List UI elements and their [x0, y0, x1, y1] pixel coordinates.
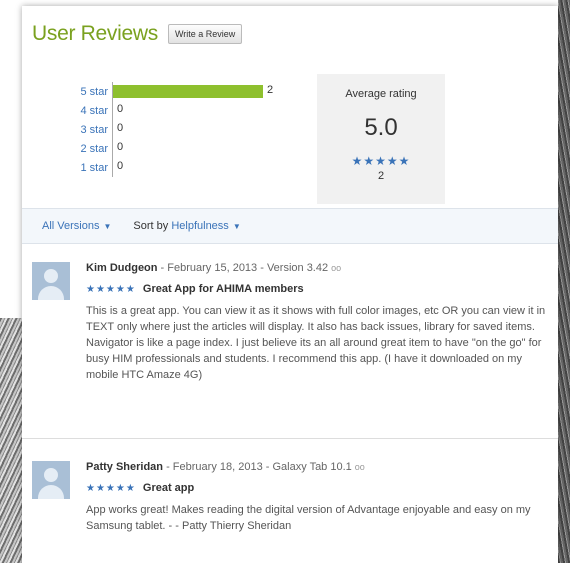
- review-body: This is a great app. You can view it as …: [86, 305, 546, 381]
- write-review-button[interactable]: Write a Review: [167, 24, 243, 44]
- rating-count: 2: [377, 170, 385, 182]
- divider: [22, 438, 558, 439]
- chevron-down-icon: ▼: [232, 222, 241, 231]
- review-title: Great app: [142, 482, 195, 494]
- reviews-header: User Reviews Write a Review: [32, 22, 243, 46]
- histogram-track: 0: [112, 101, 263, 120]
- background-texture-right: [558, 0, 570, 563]
- review-meta: Kim Dudgeon - February 15, 2013 - Versio…: [86, 262, 546, 274]
- histogram-row[interactable]: 4 star 0: [72, 101, 312, 120]
- histogram-count: 0: [117, 103, 124, 115]
- average-stars-icon: ★★★★★: [351, 154, 411, 168]
- average-rating-box: Average rating 5.0 ★★★★★ 2: [317, 74, 445, 204]
- sort-value: Helpfulness: [171, 220, 229, 232]
- review-date-version: - February 18, 2013 - Galaxy Tab 10.1: [163, 461, 352, 473]
- sort-dropdown[interactable]: Sort by Helpfulness ▼: [133, 220, 240, 232]
- histogram-track: 0: [112, 120, 263, 139]
- histogram-label: 2 star: [80, 142, 108, 155]
- review-author[interactable]: Kim Dudgeon: [86, 262, 158, 274]
- avatar: [32, 262, 70, 300]
- histogram-label: 5 star: [80, 85, 108, 98]
- filter-bar: All Versions ▼ Sort by Helpfulness ▼: [22, 208, 558, 244]
- average-rating-label: Average rating: [345, 88, 417, 100]
- histogram-count: 0: [117, 141, 124, 153]
- histogram-track: 0: [112, 139, 263, 158]
- review-body: App works great! Makes reading the digit…: [86, 504, 531, 532]
- review-date-version: - February 15, 2013 - Version 3.42: [157, 262, 329, 274]
- average-rating-value: 5.0: [364, 114, 398, 141]
- histogram-row[interactable]: 3 star 0: [72, 120, 312, 139]
- histogram-row[interactable]: 5 star 2: [72, 82, 312, 101]
- rating-histogram: 5 star 2 4 star 0 3 star 0 2 star 0 1 star 0: [72, 82, 312, 177]
- section-title: User Reviews: [32, 22, 158, 45]
- histogram-row[interactable]: 2 star 0: [72, 139, 312, 158]
- review-title: Great App for AHIMA members: [142, 283, 304, 295]
- review-author[interactable]: Patty Sheridan: [86, 461, 163, 473]
- chevron-down-icon: ▼: [103, 222, 112, 231]
- histogram-track: 2: [112, 82, 273, 101]
- histogram-count: 0: [117, 160, 124, 172]
- histogram-row[interactable]: 1 star 0: [72, 158, 312, 177]
- review-menu-icon[interactable]: oo: [331, 263, 341, 273]
- histogram-label: 1 star: [80, 161, 108, 174]
- sort-prefix: Sort by: [133, 220, 169, 232]
- histogram-count: 0: [117, 122, 124, 134]
- review-menu-icon[interactable]: oo: [355, 462, 365, 472]
- histogram-bar: [113, 85, 263, 98]
- versions-dropdown[interactable]: All Versions ▼: [42, 220, 111, 232]
- review-stars-icon: ★★★★★: [86, 483, 136, 494]
- histogram-label: 3 star: [80, 123, 108, 136]
- histogram-label: 4 star: [80, 104, 108, 117]
- avatar: [32, 461, 70, 499]
- versions-dropdown-label: All Versions: [42, 220, 100, 232]
- user-reviews-panel: User Reviews Write a Review 5 star 2 4 sta…: [22, 6, 558, 563]
- histogram-count: 2: [267, 84, 274, 96]
- review-stars-icon: ★★★★★: [86, 284, 136, 295]
- histogram-track: 0: [112, 158, 263, 177]
- review-meta: Patty Sheridan - February 18, 2013 - Gal…: [86, 461, 546, 473]
